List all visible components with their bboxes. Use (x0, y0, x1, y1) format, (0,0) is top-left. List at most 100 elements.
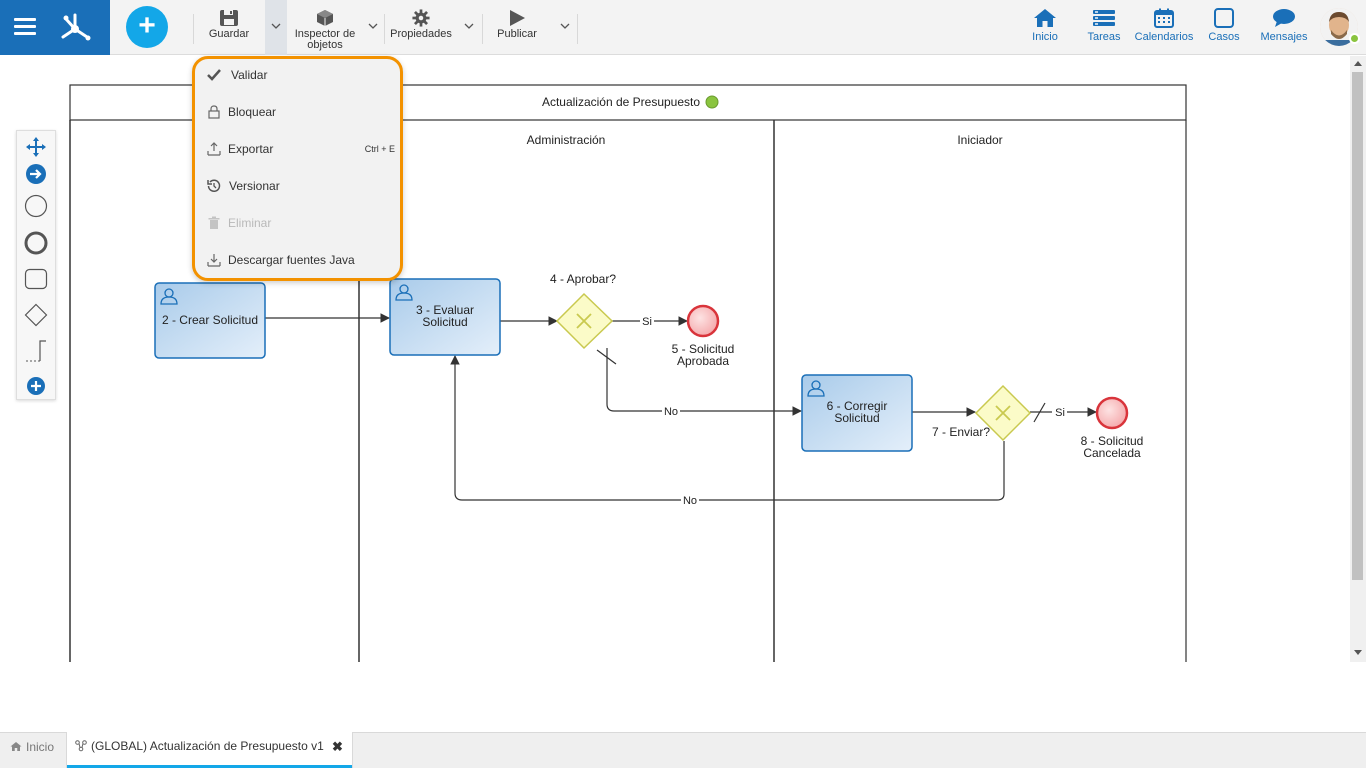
menu-item-label: Exportar (228, 142, 274, 156)
more-elements-icon[interactable] (24, 374, 48, 398)
inspector-label-2: objetos (307, 39, 343, 51)
brand-area (0, 0, 110, 55)
save-icon (220, 10, 238, 26)
export-icon (207, 142, 221, 156)
object-inspector-button[interactable]: Inspector de objetos (290, 0, 360, 55)
vertical-scrollbar[interactable] (1350, 56, 1366, 662)
gateway-aprobar[interactable]: 4 - Aprobar? (550, 272, 616, 350)
publish-button[interactable]: Publicar (492, 0, 542, 55)
tab-process-diagram[interactable]: (GLOBAL) Actualización de Presupuesto v1… (66, 732, 353, 768)
menu-item-export[interactable]: Exportar Ctrl + E (203, 134, 395, 164)
flow-label-no: No (664, 406, 678, 418)
toolbar-separator (482, 14, 483, 44)
nav-calendars-label: Calendarios (1134, 31, 1194, 43)
nav-messages[interactable]: Mensajes (1258, 0, 1310, 55)
save-dropdown-menu: Validar Bloquear Exportar Ctrl + E Versi… (192, 56, 403, 281)
menu-item-label: Eliminar (228, 216, 272, 230)
lock-icon (208, 105, 220, 119)
gateway-label: 7 - Enviar? (932, 425, 990, 439)
menu-item-lock[interactable]: Bloquear (203, 97, 395, 127)
flow-label-si: Si (642, 316, 652, 328)
cube-icon (317, 10, 333, 26)
export-shortcut: Ctrl + E (364, 144, 395, 154)
history-icon (207, 179, 221, 192)
nav-home[interactable]: Inicio (1026, 0, 1064, 55)
move-icon[interactable] (24, 135, 48, 159)
task-label: Solicitud (834, 411, 879, 425)
nav-calendars[interactable]: Calendarios (1134, 0, 1194, 55)
menu-item-version[interactable]: Versionar (203, 171, 395, 201)
properties-label: Propiedades (390, 28, 452, 40)
nav-tasks[interactable]: Tareas (1084, 0, 1124, 55)
scroll-up-arrow[interactable] (1354, 61, 1362, 66)
end-event-aprobada[interactable]: 5 - Solicitud Aprobada (672, 304, 735, 368)
end-label: Cancelada (1083, 446, 1141, 460)
cases-icon (1214, 8, 1234, 28)
nav-cases[interactable]: Casos (1206, 0, 1242, 55)
pool-title: Actualización de Presupuesto (542, 95, 700, 109)
properties-button[interactable]: Propiedades (388, 0, 454, 55)
flow-label-si: Si (1055, 407, 1065, 419)
chevron-down-icon (271, 23, 281, 29)
menu-icon[interactable] (14, 18, 36, 36)
nav-cases-label: Casos (1208, 31, 1240, 43)
lane-title-initiator: Iniciador (957, 133, 1002, 147)
trash-icon (208, 216, 220, 229)
end-label: Aprobada (677, 354, 729, 368)
download-icon (207, 254, 221, 267)
add-button[interactable]: + (126, 6, 168, 48)
task-crear-solicitud[interactable]: 2 - Crear Solicitud (154, 282, 266, 359)
tab-home[interactable]: Inicio (0, 733, 66, 768)
online-status-indicator (1349, 33, 1360, 44)
save-label: Guardar (208, 28, 250, 40)
menu-item-validate[interactable]: Validar (203, 60, 395, 90)
end-event-cancelada[interactable]: 8 - Solicitud Cancelada (1081, 396, 1144, 460)
menu-item-label: Validar (231, 68, 268, 82)
connector-arrow-icon[interactable] (24, 162, 48, 186)
chevron-down-icon (560, 23, 570, 29)
chevron-down-icon (464, 23, 474, 29)
pool-status-dot (705, 95, 719, 109)
tab-active-label: (GLOBAL) Actualización de Presupuesto v1 (91, 739, 324, 753)
logo-icon[interactable] (55, 7, 95, 47)
save-button[interactable]: Guardar (204, 0, 254, 55)
scroll-thumb[interactable] (1352, 72, 1363, 580)
home-icon (10, 742, 22, 751)
inspector-dropdown-toggle[interactable] (362, 0, 384, 55)
gateway-enviar[interactable]: 7 - Enviar? (932, 384, 1032, 442)
toolbar-separator (577, 14, 578, 44)
check-icon (207, 69, 221, 81)
publish-label: Publicar (497, 28, 537, 40)
flow-line-icon[interactable] (24, 339, 48, 363)
element-palette (16, 130, 56, 400)
end-event-icon[interactable] (24, 231, 48, 255)
task-icon[interactable] (24, 267, 48, 291)
task-corregir-solicitud[interactable]: 6 - Corregir Solicitud (801, 374, 913, 452)
publish-dropdown-toggle[interactable] (554, 0, 576, 55)
chat-icon (1273, 9, 1295, 27)
lane-title-admin: Administración (527, 133, 606, 147)
save-dropdown-toggle[interactable] (265, 0, 287, 55)
properties-dropdown-toggle[interactable] (458, 0, 480, 55)
tasks-icon (1093, 10, 1115, 26)
nav-tasks-label: Tareas (1087, 31, 1121, 43)
nav-home-label: Inicio (1032, 31, 1058, 43)
menu-item-download-java[interactable]: Descargar fuentes Java (203, 245, 395, 275)
toolbar-separator (384, 14, 385, 44)
flow-7-to-3[interactable] (450, 355, 1005, 501)
menu-item-label: Bloquear (228, 105, 277, 119)
task-label: 2 - Crear Solicitud (162, 313, 258, 327)
home-icon (1034, 9, 1056, 27)
chevron-down-icon (368, 23, 378, 29)
scroll-down-arrow[interactable] (1354, 650, 1362, 655)
top-bar: + Guardar Inspector de objetos Propiedad… (0, 0, 1366, 55)
task-evaluar-solicitud[interactable]: 3 - Evaluar Solicitud (389, 278, 501, 356)
play-icon (510, 10, 525, 26)
process-icon (75, 740, 87, 752)
start-event-icon[interactable] (24, 194, 48, 218)
nav-messages-label: Mensajes (1260, 31, 1308, 43)
calendar-icon (1154, 8, 1174, 28)
toolbar-separator (193, 14, 194, 44)
close-icon[interactable]: ✖ (332, 739, 343, 755)
gateway-icon[interactable] (24, 303, 48, 327)
